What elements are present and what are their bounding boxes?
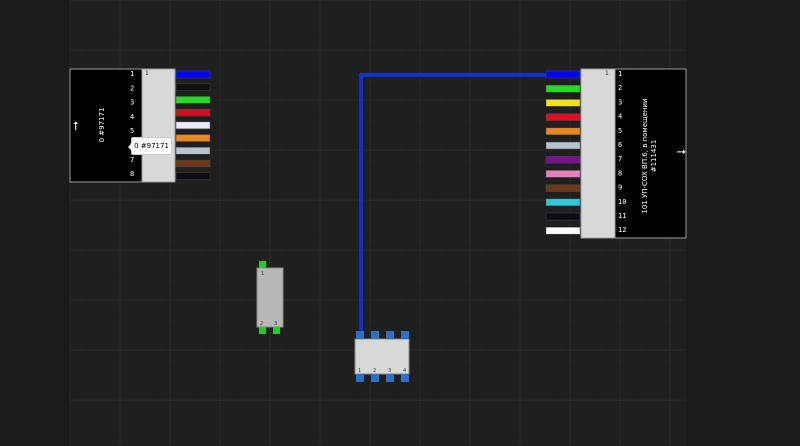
connector-right-pin-6[interactable]: 6	[618, 141, 622, 149]
connector-right-pin-11[interactable]: 11	[618, 212, 626, 220]
connector-left-pin-5[interactable]: 5	[130, 127, 134, 135]
connector-right-pin-10[interactable]: 10	[618, 198, 626, 206]
connector-right-wire-11[interactable]	[545, 212, 581, 221]
module-pin-top-4[interactable]	[401, 331, 409, 339]
module-pin-bottom-1[interactable]	[356, 374, 364, 382]
connector-left-pin-8[interactable]: 8	[130, 170, 134, 178]
splice-pin-top[interactable]	[259, 261, 266, 268]
module-pin-bottom-4[interactable]	[401, 374, 409, 382]
connector-right-wire-7[interactable]	[545, 155, 581, 164]
connector-left-pin-1[interactable]: 1	[130, 70, 134, 78]
arrow-right-icon[interactable]: ⭡	[674, 149, 688, 155]
schematic-canvas[interactable]: ⭡ 0 #97171 1 12345678 1 ⭡ 101 УП-COX ВП.…	[0, 0, 800, 446]
splice-pin-bottom-left[interactable]	[259, 327, 266, 334]
connector-left-wire-7[interactable]	[175, 147, 211, 155]
connector-right-wire-5[interactable]	[545, 127, 581, 136]
connector-right-pin-3[interactable]: 3	[618, 98, 622, 106]
connector-left-wire-8[interactable]	[175, 159, 211, 168]
splice-bottom-pin-label-3: 3	[274, 321, 277, 327]
connector-right-pin-12[interactable]: 12	[618, 226, 626, 234]
module-body	[354, 338, 410, 375]
connector-right-housing	[580, 68, 616, 239]
connector-left-pin-2[interactable]: 2	[130, 84, 134, 92]
arrow-left-icon[interactable]: ⭡	[73, 119, 79, 133]
connector-left-wire-9[interactable]	[175, 172, 211, 180]
connector-right-wire-2[interactable]	[545, 84, 581, 93]
connector-right-pin-9[interactable]: 9	[618, 184, 622, 192]
connector-right-wire-1[interactable]	[545, 70, 581, 79]
connector-right-pin-8[interactable]: 8	[618, 169, 622, 177]
module-pin-top-2[interactable]	[371, 331, 379, 339]
connector-left-header-pin: 1	[145, 70, 149, 77]
connector-left-wire-3[interactable]	[175, 96, 211, 104]
splice-top-pin-label: 1	[261, 271, 264, 277]
connector-right-pin-4[interactable]: 4	[618, 113, 622, 121]
connector-right-wire-9[interactable]	[545, 184, 581, 192]
connector-right-wire-6[interactable]	[545, 141, 581, 150]
connector-left-wire-4[interactable]	[175, 108, 211, 117]
module-pin-bottom-3[interactable]	[386, 374, 394, 382]
module-component[interactable]: 1 2 3 4	[354, 331, 410, 382]
module-pin-top-1[interactable]	[356, 331, 364, 339]
connector-right-label-line1: 101 УП-COX ВП.6, в помещении	[641, 98, 649, 213]
tooltip: 0 #97171	[128, 137, 172, 155]
connector-right-wire-10[interactable]	[545, 198, 581, 207]
connector-left-wire-1[interactable]	[175, 70, 211, 79]
module-pin-label-2: 2	[373, 368, 376, 374]
connector-left-pin-7[interactable]: 7	[130, 156, 134, 164]
splice-component[interactable]: 1 2 3	[256, 261, 284, 334]
connector-left-wire-5[interactable]	[175, 121, 211, 130]
connector-left-housing	[141, 68, 176, 183]
module-pin-top-3[interactable]	[386, 331, 394, 339]
connector-right-header-pin: 1	[605, 70, 609, 77]
connector-left-wire-6[interactable]	[175, 134, 211, 142]
connector-right-pin-2[interactable]: 2	[618, 84, 622, 92]
connector-left-label: 0 #97171	[98, 108, 106, 143]
connector-right-wire-3[interactable]	[545, 99, 581, 107]
connector-left-wire-2[interactable]	[175, 83, 211, 91]
connector-left-pin-3[interactable]: 3	[130, 99, 134, 107]
connector-right-pin-5[interactable]: 5	[618, 127, 622, 135]
splice-bottom-pin-label-2: 2	[260, 321, 263, 327]
module-pin-bottom-2[interactable]	[371, 374, 379, 382]
connector-right-label-line2: #111431	[650, 140, 658, 173]
connector-right-wire-4[interactable]	[545, 113, 581, 121]
connector-right-pin-1[interactable]: 1	[618, 70, 622, 78]
module-pin-label-4: 4	[403, 368, 406, 374]
module-pin-label-3: 3	[388, 368, 391, 374]
module-pin-label-1: 1	[358, 368, 361, 374]
splice-pin-bottom-right[interactable]	[273, 327, 280, 334]
connector-right-pin-7[interactable]: 7	[618, 155, 622, 163]
connector-left[interactable]: ⭡ 0 #97171 1 12345678	[69, 68, 211, 183]
connector-left-pin-4[interactable]: 4	[130, 113, 134, 121]
connector-right-wire-8[interactable]	[545, 170, 581, 178]
connector-right-wire-12[interactable]	[545, 226, 581, 235]
